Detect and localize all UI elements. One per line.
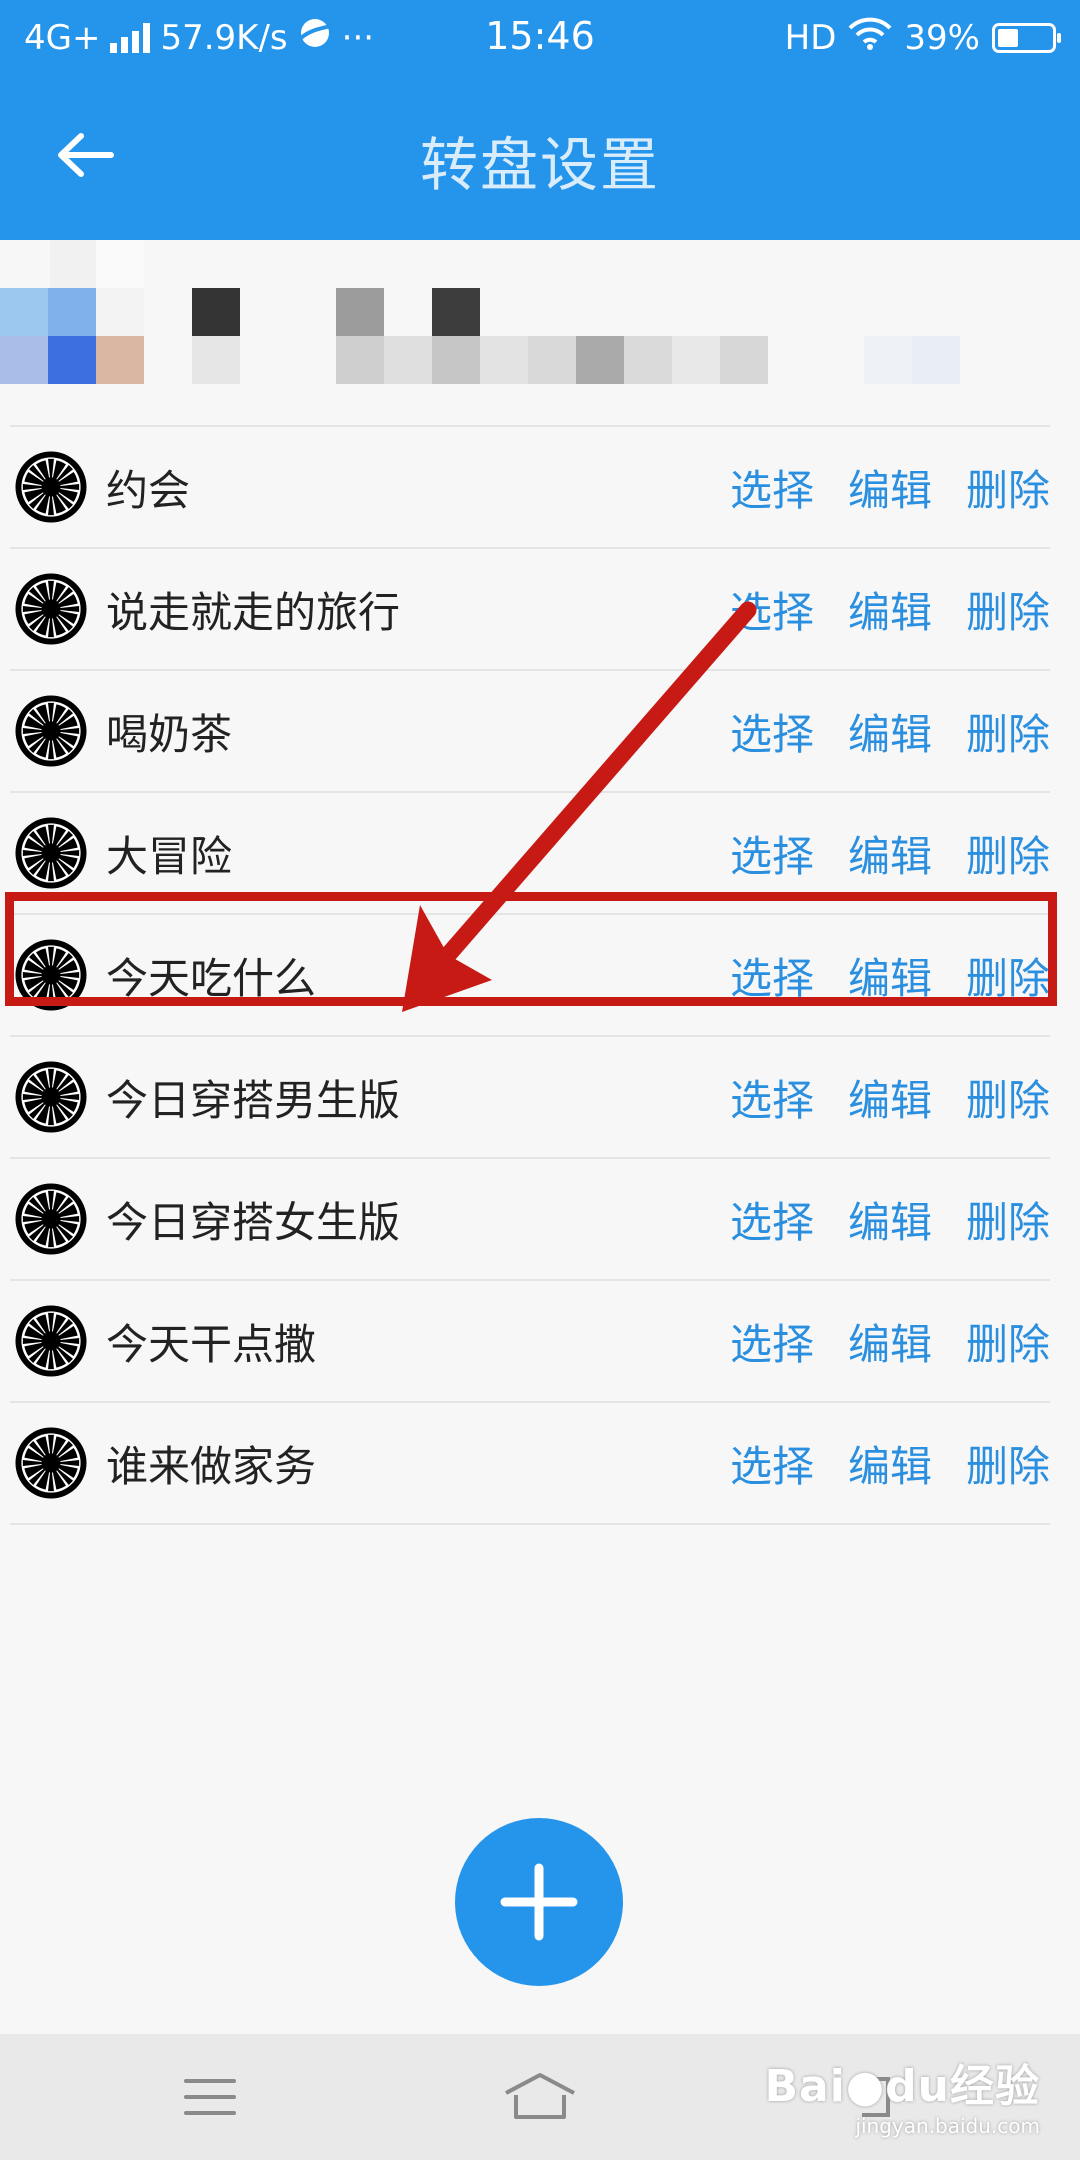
menu-icon <box>184 2079 236 2115</box>
home-icon <box>505 2073 575 2119</box>
add-wheel-button[interactable] <box>455 1818 623 1986</box>
watermark-main: Bai●du经验 <box>764 2061 1040 2112</box>
baidu-jingyan-watermark: Bai●du经验 jingyan.baidu.com <box>764 2050 1040 2138</box>
watermark-sub: jingyan.baidu.com <box>855 2114 1040 2138</box>
home-button[interactable] <box>490 2062 590 2132</box>
plus-icon <box>500 1863 578 1941</box>
menu-button[interactable] <box>160 2062 260 2132</box>
